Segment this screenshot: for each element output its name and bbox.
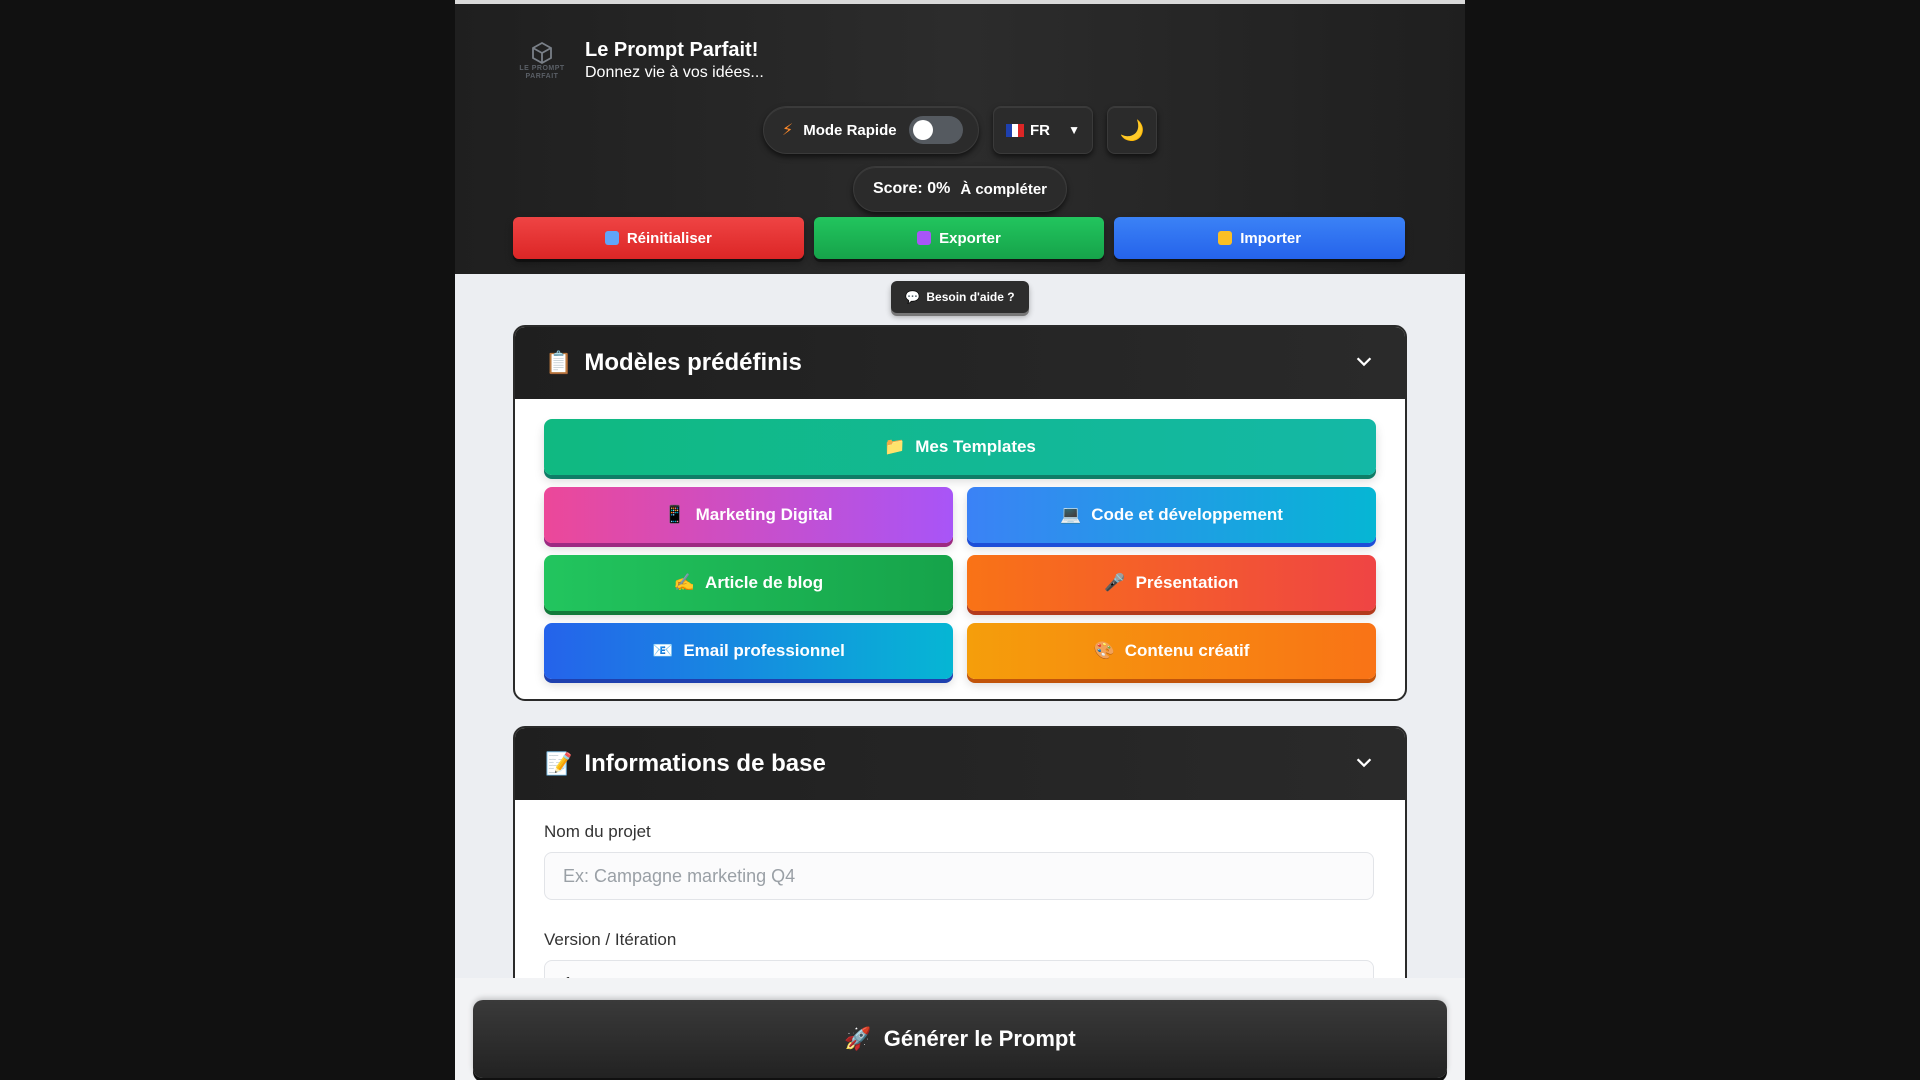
fast-mode-label: Mode Rapide <box>803 121 897 139</box>
app-window: LE PROMPT PARFAIT Le Prompt Parfait! Don… <box>455 0 1465 1080</box>
action-buttons: Réinitialiser Exporter Importer <box>513 217 1406 259</box>
brand: LE PROMPT PARFAIT Le Prompt Parfait! Don… <box>513 32 764 90</box>
score-badge: Score: 0% À compléter <box>853 166 1067 212</box>
chevron-down-icon[interactable] <box>1353 751 1375 778</box>
template-creative-content[interactable]: 🎨 Contenu créatif <box>967 623 1376 679</box>
language-value: FR <box>1030 121 1050 139</box>
project-name-input[interactable] <box>544 852 1374 900</box>
templates-card: 📋 Modèles prédéfinis 📁 Mes Templates 📱 M… <box>513 325 1407 701</box>
app-subtitle: Donnez vie à vos idées... <box>585 64 764 81</box>
toggle-knob <box>912 120 933 140</box>
generate-label: Générer le Prompt <box>883 1026 1076 1051</box>
template-label: Présentation <box>1135 573 1239 592</box>
score-status: À compléter <box>960 180 1048 198</box>
microphone-icon: 🎤 <box>1104 573 1126 592</box>
template-professional-email[interactable]: 📧 Email professionnel <box>544 623 953 679</box>
controls-row: ⚡ Mode Rapide FR ▼ 🌙 <box>455 106 1465 154</box>
import-button[interactable]: Importer <box>1114 217 1406 259</box>
moon-icon: 🌙 <box>1119 119 1145 142</box>
basic-info-header[interactable]: 📝 Informations de base <box>515 728 1405 800</box>
template-presentation[interactable]: 🎤 Présentation <box>967 555 1376 611</box>
generate-prompt-button[interactable]: 🚀 Générer le Prompt <box>473 1000 1447 1078</box>
chevron-down-icon[interactable] <box>1353 350 1375 377</box>
memo-icon: 📝 <box>545 751 573 776</box>
templates-title: Modèles prédéfinis <box>584 349 802 376</box>
basic-info-form: Nom du projet Version / Itération <box>515 800 1405 1008</box>
palette-icon: 🎨 <box>1093 641 1115 660</box>
help-row: 💬 Besoin d'aide ? <box>455 281 1465 313</box>
template-code-development[interactable]: 💻 Code et développement <box>967 487 1376 543</box>
basic-info-card: 📝 Informations de base Nom du projet Ver… <box>513 726 1407 1020</box>
app-title: Le Prompt Parfait! <box>585 39 759 61</box>
template-label: Mes Templates <box>915 437 1036 456</box>
score-value: Score: 0% <box>872 180 951 197</box>
lightning-icon: ⚡ <box>782 122 794 139</box>
template-label: Email professionnel <box>683 641 845 660</box>
header: LE PROMPT PARFAIT Le Prompt Parfait! Don… <box>455 4 1465 274</box>
logo-text: LE PROMPT PARFAIT <box>519 65 565 80</box>
theme-toggle-button[interactable]: 🌙 <box>1107 106 1157 154</box>
rocket-icon: 🚀 <box>844 1026 872 1051</box>
basic-info-title: Informations de base <box>584 750 826 777</box>
cube-icon <box>532 41 552 65</box>
fast-mode-control: ⚡ Mode Rapide <box>763 106 979 154</box>
floppy-disk-icon <box>917 231 932 245</box>
help-label: Besoin d'aide ? <box>926 290 1015 304</box>
template-my-templates[interactable]: 📁 Mes Templates <box>544 419 1376 475</box>
templates-grid: 📁 Mes Templates 📱 Marketing Digital 💻 Co… <box>515 399 1405 699</box>
template-blog-article[interactable]: ✍️ Article de blog <box>544 555 953 611</box>
caret-down-icon: ▼ <box>1068 123 1080 137</box>
fast-mode-toggle[interactable] <box>908 116 963 144</box>
version-label: Version / Itération <box>544 930 677 949</box>
template-label: Article de blog <box>705 573 824 592</box>
import-label: Importer <box>1240 229 1302 247</box>
template-label: Code et développement <box>1091 505 1283 524</box>
laptop-icon: 💻 <box>1060 505 1082 524</box>
reset-button[interactable]: Réinitialiser <box>513 217 804 259</box>
help-button[interactable]: 💬 Besoin d'aide ? <box>891 281 1029 313</box>
writing-hand-icon: ✍️ <box>673 573 696 592</box>
templates-header[interactable]: 📋 Modèles prédéfinis <box>515 327 1405 399</box>
template-label: Marketing Digital <box>695 505 833 524</box>
clipboard-icon: 📋 <box>545 350 573 375</box>
folder-icon: 📁 <box>884 437 906 456</box>
speech-bubble-icon: 💬 <box>905 290 921 304</box>
project-name-label: Nom du projet <box>544 822 651 841</box>
template-label: Contenu créatif <box>1124 641 1250 660</box>
phone-icon: 📱 <box>664 505 686 524</box>
score-row: Score: 0% À compléter <box>455 166 1465 212</box>
export-label: Exporter <box>939 229 1001 247</box>
export-button[interactable]: Exporter <box>813 217 1105 259</box>
email-icon: 📧 <box>652 641 674 660</box>
reset-label: Réinitialiser <box>626 229 712 247</box>
french-flag-icon <box>1006 123 1024 137</box>
logo: LE PROMPT PARFAIT <box>513 32 571 90</box>
folder-icon <box>1218 231 1233 245</box>
refresh-icon <box>604 231 619 245</box>
language-select[interactable]: FR ▼ <box>993 106 1093 154</box>
template-marketing-digital[interactable]: 📱 Marketing Digital <box>544 487 953 543</box>
brand-text: Le Prompt Parfait! Donnez vie à vos idée… <box>585 38 764 84</box>
